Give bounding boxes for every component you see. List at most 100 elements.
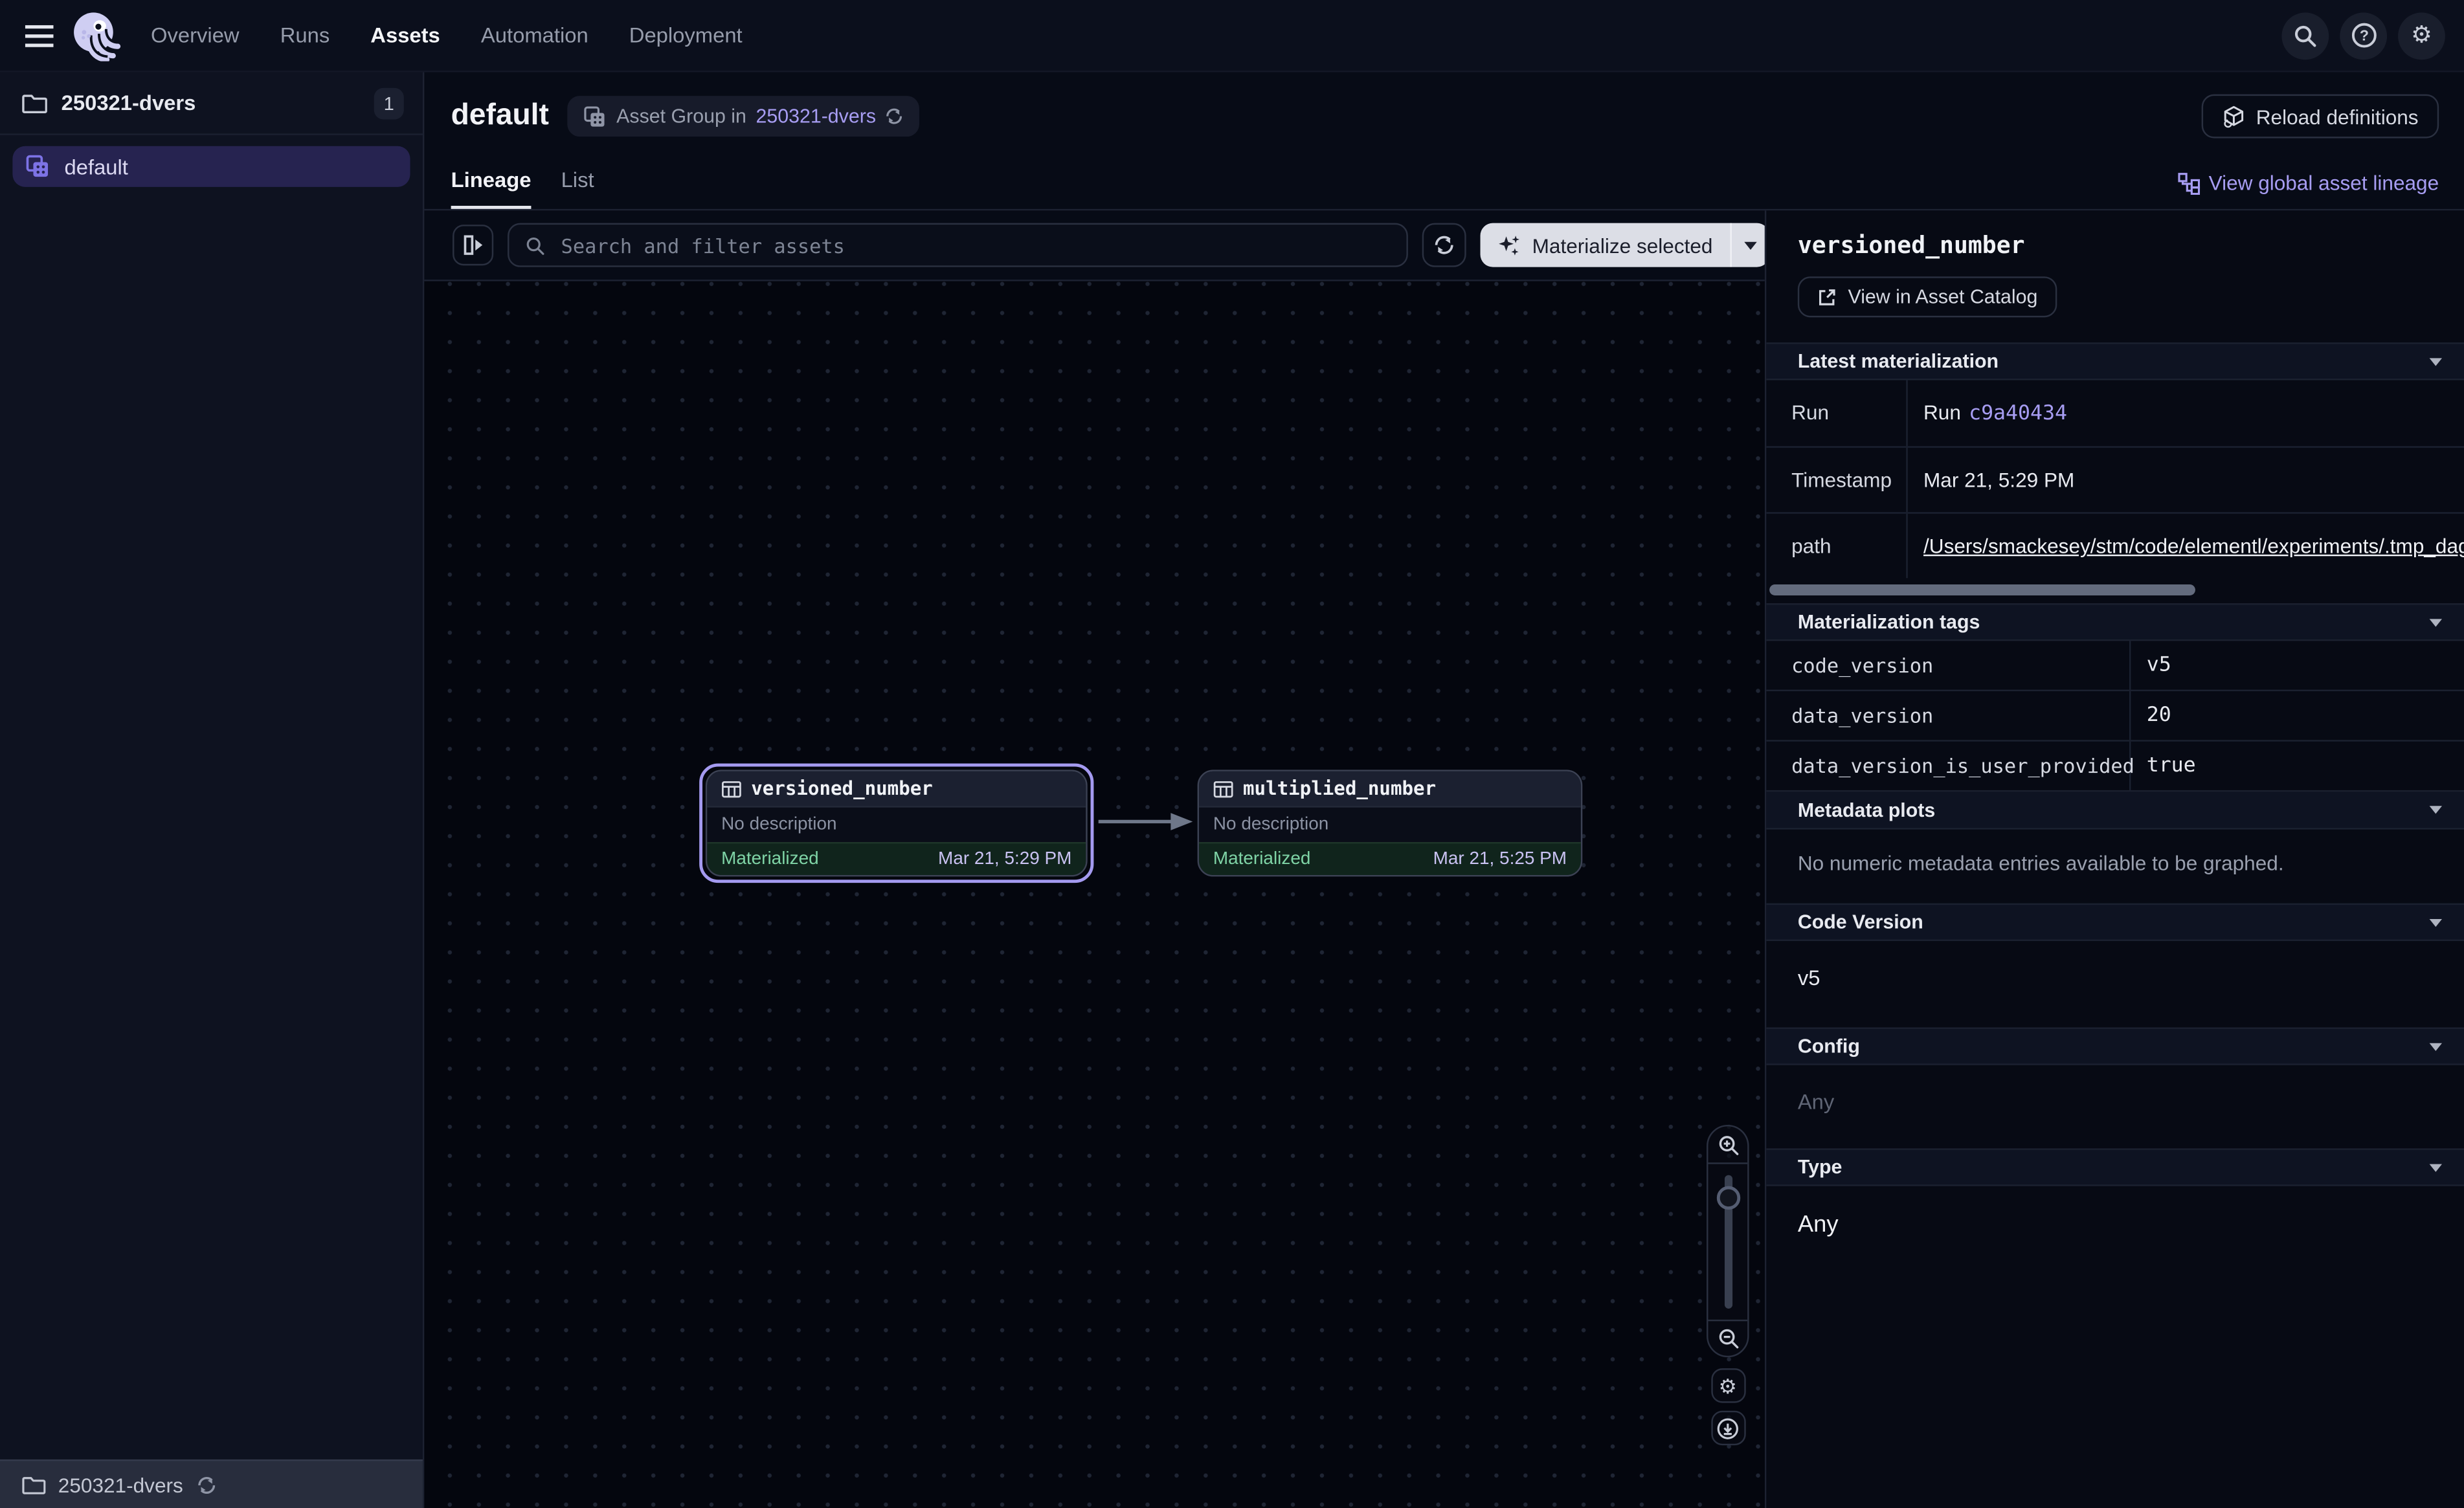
- zoom-out-button[interactable]: [1708, 1320, 1747, 1356]
- asset-search-box[interactable]: [508, 223, 1408, 267]
- tab-lineage[interactable]: Lineage: [451, 168, 532, 209]
- path-link[interactable]: /Users/smackesey/stm/code/elementl/exper…: [1923, 534, 2464, 557]
- sync-icon: [196, 1474, 216, 1495]
- asset-node-name: multiplied_number: [1243, 778, 1436, 800]
- lineage-canvas[interactable]: versioned_number No description Material…: [424, 281, 1764, 1508]
- nav-item-assets[interactable]: Assets: [370, 23, 440, 47]
- zoom-out-icon: [1717, 1327, 1739, 1349]
- table-row: Timestamp Mar 21, 5:29 PM: [1766, 448, 2464, 514]
- help-icon: ?: [2350, 22, 2377, 49]
- sidebar-item-default[interactable]: default: [12, 146, 410, 187]
- row-value: /Users/smackesey/stm/code/elementl/exper…: [1908, 514, 2464, 579]
- section-code-version[interactable]: Code Version: [1766, 904, 2464, 941]
- row-value: v5: [2131, 641, 2464, 689]
- asset-node-description: No description: [707, 806, 1086, 842]
- config-value: Any: [1766, 1065, 2464, 1149]
- asset-group-icon: [583, 104, 607, 128]
- table-row: code_version v5: [1766, 641, 2464, 691]
- chevron-down-icon: [2430, 1163, 2442, 1171]
- refresh-graph-button[interactable]: [1422, 223, 1466, 267]
- code-version-value: v5: [1766, 941, 2464, 1028]
- view-global-asset-lineage-link[interactable]: View global asset lineage: [2177, 172, 2439, 209]
- badge-group-link[interactable]: 250321-dvers: [756, 105, 876, 128]
- zoom-slider[interactable]: [1708, 1164, 1747, 1320]
- section-title: Code Version: [1798, 911, 1923, 933]
- asset-node-name: versioned_number: [751, 778, 933, 800]
- reload-definitions-button[interactable]: Reload definitions: [2201, 94, 2439, 139]
- asset-node-multiplied-number[interactable]: multiplied_number No description Materia…: [1191, 764, 1589, 883]
- row-value: 20: [2131, 691, 2464, 740]
- row-key: path: [1766, 514, 1907, 579]
- nav-item-automation[interactable]: Automation: [481, 23, 588, 47]
- external-link-icon: [1817, 287, 1837, 307]
- download-graph-button[interactable]: [1710, 1411, 1745, 1445]
- sync-icon[interactable]: [886, 107, 904, 126]
- asset-node-description: No description: [1199, 806, 1581, 842]
- sidebar: 250321-dvers 1 default 250321-dvers: [0, 72, 424, 1508]
- horizontal-scrollbar[interactable]: [1769, 584, 2461, 595]
- table-row: path /Users/smackesey/stm/code/elementl/…: [1766, 514, 2464, 579]
- dagster-logo[interactable]: [69, 8, 123, 62]
- section-materialization-tags[interactable]: Materialization tags: [1766, 603, 2464, 641]
- row-key: data_version: [1766, 691, 2131, 740]
- table-row: data_version_is_user_provided true: [1766, 742, 2464, 792]
- sidebar-item-label: default: [65, 155, 128, 178]
- asset-node-versioned-number[interactable]: versioned_number No description Material…: [699, 764, 1093, 883]
- sidebar-footer[interactable]: 250321-dvers: [0, 1459, 423, 1508]
- sidebar-group-count: 1: [374, 87, 404, 119]
- top-nav: Overview Runs Assets Automation Deployme…: [0, 0, 2464, 72]
- row-key: Run: [1766, 380, 1907, 446]
- graph-settings-button[interactable]: ⚙: [1710, 1368, 1745, 1403]
- row-value: Runc9a40434: [1908, 380, 2464, 446]
- asset-node-timestamp: Mar 21, 5:29 PM: [938, 850, 1071, 869]
- folder-icon: [22, 1474, 45, 1495]
- hamburger-menu-icon[interactable]: [19, 15, 60, 56]
- settings-button[interactable]: ⚙: [2398, 12, 2445, 59]
- section-title: Materialization tags: [1798, 611, 1980, 633]
- type-value: Any: [1766, 1186, 2464, 1282]
- materialize-options-button[interactable]: [1730, 223, 1769, 267]
- view-in-asset-catalog-button[interactable]: View in Asset Catalog: [1798, 276, 2057, 317]
- graph-zoom-controls: ⚙: [1707, 1125, 1749, 1445]
- sidebar-group-row[interactable]: 250321-dvers 1: [0, 72, 423, 135]
- nav-item-deployment[interactable]: Deployment: [629, 23, 743, 47]
- zoom-slider-thumb[interactable]: [1716, 1186, 1740, 1210]
- section-title: Metadata plots: [1798, 799, 1935, 821]
- zoom-in-button[interactable]: [1708, 1126, 1747, 1164]
- row-value: true: [2131, 742, 2464, 790]
- dagster-app: Overview Runs Assets Automation Deployme…: [0, 0, 2464, 1508]
- badge-prefix: Asset Group in: [616, 105, 746, 128]
- table-icon: [721, 779, 742, 799]
- svg-text:?: ?: [2359, 27, 2368, 44]
- section-metadata-plots[interactable]: Metadata plots: [1766, 792, 2464, 829]
- metadata-plots-empty-message: No numeric metadata entries available to…: [1766, 830, 2464, 904]
- section-config[interactable]: Config: [1766, 1027, 2464, 1065]
- section-type[interactable]: Type: [1766, 1148, 2464, 1186]
- materialize-selected-split-button: Materialize selected: [1481, 223, 1769, 267]
- scrollbar-thumb[interactable]: [1769, 584, 2195, 595]
- folder-icon: [22, 92, 47, 114]
- row-key: code_version: [1766, 641, 2131, 689]
- tabs-row: Lineage List View global asset lineage: [424, 148, 2464, 210]
- materialize-selected-button[interactable]: Materialize selected: [1481, 223, 1730, 267]
- nav-item-runs[interactable]: Runs: [280, 23, 330, 47]
- search-input[interactable]: [558, 232, 1391, 258]
- row-key: Timestamp: [1766, 448, 1907, 513]
- expand-sidebar-button[interactable]: [453, 225, 493, 265]
- nav-item-overview[interactable]: Overview: [151, 23, 240, 47]
- section-latest-materialization[interactable]: Latest materialization: [1766, 342, 2464, 380]
- table-row: Run Runc9a40434: [1766, 380, 2464, 447]
- sidebar-group-label: 250321-dvers: [62, 91, 196, 115]
- sidebar-footer-label: 250321-dvers: [58, 1473, 183, 1496]
- search-button[interactable]: [2281, 12, 2329, 59]
- run-id-link[interactable]: c9a40434: [1969, 402, 2067, 425]
- caret-down-icon: [1744, 241, 1756, 249]
- materialization-tags-table: code_version v5 data_version 20 data_ver…: [1766, 641, 2464, 792]
- asset-group-badge[interactable]: Asset Group in 250321-dvers: [568, 96, 920, 137]
- asset-group-icon: [25, 154, 50, 179]
- help-button[interactable]: ?: [2340, 12, 2387, 59]
- tab-list[interactable]: List: [561, 168, 594, 209]
- reload-icon: [2221, 104, 2245, 128]
- panel-asset-title: versioned_number: [1798, 231, 2433, 260]
- download-icon: [1716, 1416, 1740, 1439]
